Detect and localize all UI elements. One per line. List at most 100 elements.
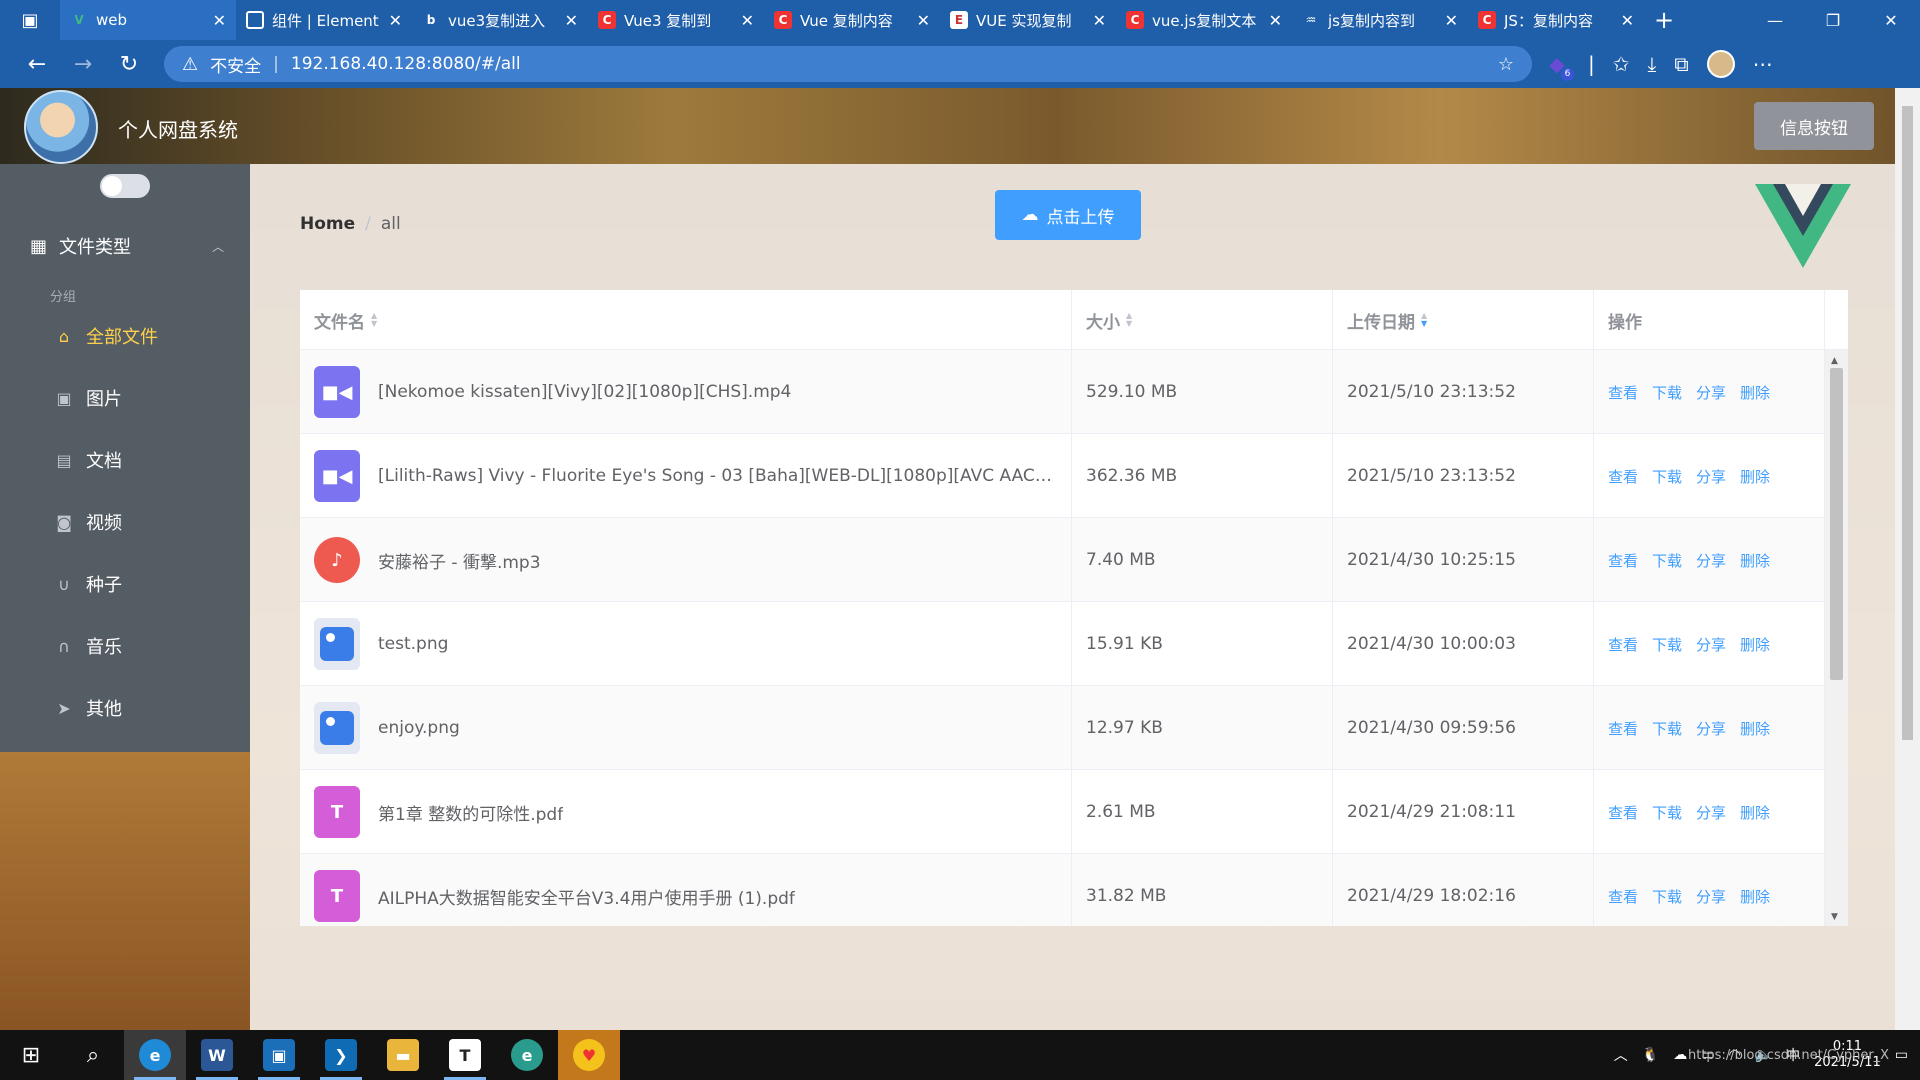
forward-arrow-icon[interactable]: → <box>60 44 106 84</box>
url-field[interactable]: ⚠ 不安全 | 192.168.40.128:8080/#/all ☆ <box>164 46 1532 82</box>
word-taskbar-icon[interactable]: W <box>186 1030 248 1080</box>
scroll-down-arrow-icon[interactable]: ▼ <box>1831 912 1838 922</box>
browser-tab-6[interactable]: C vue.js复制文本 ✕ <box>1116 0 1292 40</box>
view-link[interactable]: 查看 <box>1608 886 1638 907</box>
view-link[interactable]: 查看 <box>1608 550 1638 571</box>
edge-taskbar-icon[interactable]: e <box>124 1030 186 1080</box>
typora-taskbar-icon[interactable]: T <box>434 1030 496 1080</box>
more-menu-icon[interactable]: ⋯ <box>1753 52 1773 76</box>
sidebar-item-pictures[interactable]: ▣ 图片 <box>0 370 250 426</box>
download-link[interactable]: 下载 <box>1652 382 1682 403</box>
delete-link[interactable]: 删除 <box>1740 886 1770 907</box>
minimize-icon[interactable]: — <box>1746 0 1804 40</box>
tab-close-icon[interactable]: ✕ <box>917 11 930 30</box>
delete-link[interactable]: 删除 <box>1740 802 1770 823</box>
profile-avatar[interactable] <box>1706 50 1735 78</box>
view-link[interactable]: 查看 <box>1608 382 1638 403</box>
share-link[interactable]: 分享 <box>1696 802 1726 823</box>
tab-close-icon[interactable]: ✕ <box>565 11 578 30</box>
share-link[interactable]: 分享 <box>1696 886 1726 907</box>
file-name[interactable]: 安藤裕子 - 衝撃.mp3 <box>378 548 541 573</box>
download-link[interactable]: 下载 <box>1652 718 1682 739</box>
download-link[interactable]: 下载 <box>1652 550 1682 571</box>
tab-close-icon[interactable]: ✕ <box>741 11 754 30</box>
sidebar-item-all-files[interactable]: ⌂ 全部文件 <box>0 308 250 364</box>
back-arrow-icon[interactable]: ← <box>14 44 60 84</box>
sort-caret-icon[interactable]: ▲ ▼ <box>1126 312 1132 328</box>
tab-close-icon[interactable]: ✕ <box>1269 11 1282 30</box>
delete-link[interactable]: 删除 <box>1740 550 1770 571</box>
file-name[interactable]: test.png <box>378 634 448 654</box>
share-link[interactable]: 分享 <box>1696 382 1726 403</box>
browser-tab-2[interactable]: b vue3复制进入 ✕ <box>412 0 588 40</box>
download-link[interactable]: 下载 <box>1652 634 1682 655</box>
tab-close-icon[interactable]: ✕ <box>1093 11 1106 30</box>
delete-link[interactable]: 删除 <box>1740 718 1770 739</box>
file-name[interactable]: [Nekomoe kissaten][Vivy][02][1080p][CHS]… <box>378 382 791 402</box>
reload-icon[interactable]: ↻ <box>106 44 152 84</box>
search-icon[interactable]: ⌕ <box>62 1030 124 1080</box>
browser-tab-5[interactable]: E VUE 实现复制 ✕ <box>940 0 1116 40</box>
file-explorer-taskbar-icon[interactable]: ▬ <box>372 1030 434 1080</box>
share-link[interactable]: 分享 <box>1696 466 1726 487</box>
new-tab-button[interactable]: + <box>1644 6 1684 34</box>
upload-button[interactable]: ☁ 点击上传 <box>995 190 1141 240</box>
close-window-icon[interactable]: ✕ <box>1862 0 1920 40</box>
share-link[interactable]: 分享 <box>1696 718 1726 739</box>
extension-icon[interactable]: ◆ 6 <box>1544 51 1574 81</box>
table-scroll-thumb[interactable] <box>1830 368 1843 680</box>
table-scrollbar[interactable]: ▲ ▼ <box>1825 350 1848 926</box>
sidebar-item-music[interactable]: ∩ 音乐 <box>0 618 250 674</box>
browser-tab-7[interactable]: ♒ js复制内容到 ✕ <box>1292 0 1468 40</box>
notification-icon[interactable]: ▭ <box>1895 1047 1908 1063</box>
windows-start-icon[interactable]: ⊞ <box>0 1030 62 1080</box>
vscode-taskbar-icon[interactable]: ❯ <box>310 1030 372 1080</box>
edge-dev-taskbar-icon[interactable]: e <box>496 1030 558 1080</box>
add-favorite-icon[interactable]: ☆ <box>1498 54 1514 75</box>
heart-app-taskbar-icon[interactable]: ♥ <box>558 1030 620 1080</box>
download-link[interactable]: 下载 <box>1652 802 1682 823</box>
file-name[interactable]: 第1章 整数的可除性.pdf <box>378 800 563 825</box>
scroll-up-arrow-icon[interactable]: ▲ <box>1831 356 1838 366</box>
share-link[interactable]: 分享 <box>1696 634 1726 655</box>
file-name[interactable]: AILPHA大数据智能安全平台V3.4用户使用手册 (1).pdf <box>378 884 795 909</box>
column-header-date[interactable]: 上传日期 ▲ ▼ <box>1333 290 1594 350</box>
virtualbox-taskbar-icon[interactable]: ▣ <box>248 1030 310 1080</box>
tab-actions-icon[interactable]: ▣ <box>0 0 60 40</box>
sidebar-item-other[interactable]: ➤ 其他 <box>0 680 250 736</box>
breadcrumb-home[interactable]: Home <box>300 214 355 234</box>
column-header-name[interactable]: 文件名 ▲ ▼ <box>300 290 1072 350</box>
browser-tab-3[interactable]: C Vue3 复制到 ✕ <box>588 0 764 40</box>
file-name[interactable]: [Lilith-Raws] Vivy - Fluorite Eye's Song… <box>378 466 1058 486</box>
view-link[interactable]: 查看 <box>1608 466 1638 487</box>
sort-caret-icon[interactable]: ▲ ▼ <box>1421 312 1427 328</box>
favorites-icon[interactable]: ✩ <box>1613 52 1630 76</box>
sidebar-item-documents[interactable]: ▤ 文档 <box>0 432 250 488</box>
restore-icon[interactable]: ❐ <box>1804 0 1862 40</box>
share-link[interactable]: 分享 <box>1696 550 1726 571</box>
collections-icon[interactable]: ⧉ <box>1674 52 1688 76</box>
browser-tab-1[interactable]: 组件 | Element ✕ <box>236 0 412 40</box>
browser-tab-0[interactable]: V web ✕ <box>60 0 236 40</box>
tab-close-icon[interactable]: ✕ <box>389 11 402 30</box>
browser-tab-4[interactable]: C Vue 复制内容 ✕ <box>764 0 940 40</box>
file-name[interactable]: enjoy.png <box>378 718 460 738</box>
browser-tab-8[interactable]: C JS：复制内容 ✕ <box>1468 0 1644 40</box>
sidebar-item-videos[interactable]: ◙ 视频 <box>0 494 250 550</box>
tab-close-icon[interactable]: ✕ <box>213 11 226 30</box>
sidebar-item-torrents[interactable]: ∪ 种子 <box>0 556 250 612</box>
delete-link[interactable]: 删除 <box>1740 466 1770 487</box>
show-hidden-icons-icon[interactable]: ︿ <box>1614 1045 1628 1065</box>
column-header-size[interactable]: 大小 ▲ ▼ <box>1072 290 1333 350</box>
info-button[interactable]: 信息按钮 <box>1754 102 1874 150</box>
tab-close-icon[interactable]: ✕ <box>1621 11 1634 30</box>
onedrive-icon[interactable]: ☁ <box>1673 1047 1687 1063</box>
tab-close-icon[interactable]: ✕ <box>1445 11 1458 30</box>
page-scrollbar[interactable] <box>1895 88 1920 1030</box>
delete-link[interactable]: 删除 <box>1740 634 1770 655</box>
qq-icon[interactable]: 🐧 <box>1642 1047 1659 1063</box>
view-link[interactable]: 查看 <box>1608 718 1638 739</box>
download-link[interactable]: 下载 <box>1652 886 1682 907</box>
collapse-toggle-switch[interactable] <box>100 174 150 198</box>
download-link[interactable]: 下载 <box>1652 466 1682 487</box>
